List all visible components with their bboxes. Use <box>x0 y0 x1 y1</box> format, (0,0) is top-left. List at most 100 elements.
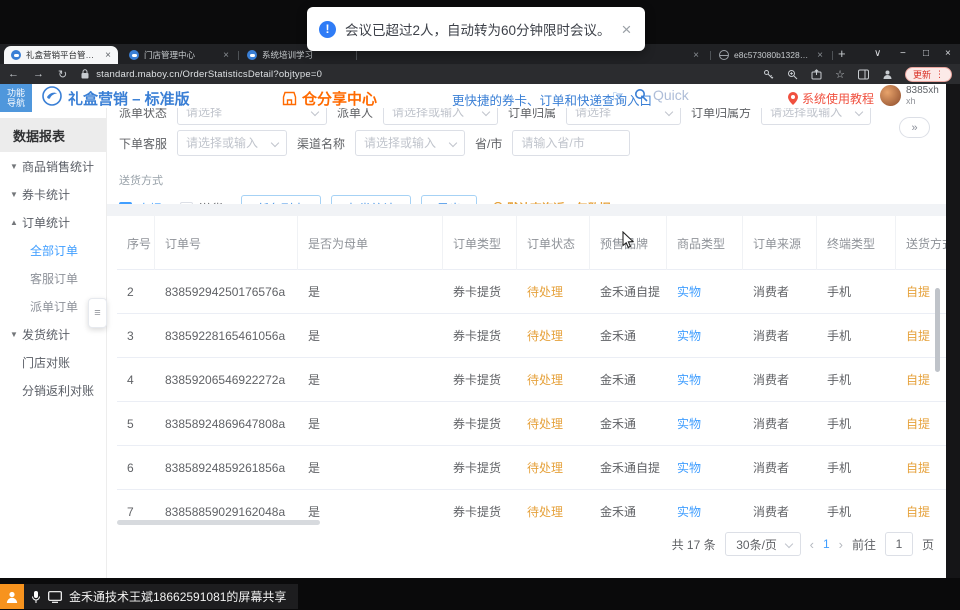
cell-order-type: 券卡提货 <box>443 503 517 520</box>
quick-label: Quick <box>653 87 689 103</box>
cell-product-type[interactable]: 实物 <box>667 371 743 388</box>
sidebar-item-label: 券卡统计 <box>22 186 70 203</box>
cell-product-type[interactable]: 实物 <box>667 459 743 476</box>
cell-status: 待处理 <box>517 503 590 520</box>
tab-close-icon[interactable]: × <box>817 50 823 61</box>
sidebar-item-store-reconcile[interactable]: 门店对账 <box>0 348 106 376</box>
menu-dots-icon[interactable]: ⋮ <box>935 69 944 80</box>
forward-icon[interactable]: → <box>33 68 44 80</box>
collapse-arrow-icon[interactable]: ▼ <box>10 330 22 339</box>
dispatch-status-select[interactable] <box>177 108 327 125</box>
next-page-button[interactable]: › <box>839 537 843 552</box>
order-owner-input[interactable] <box>567 108 680 124</box>
province-city-field[interactable] <box>512 130 630 156</box>
chrome-update-button[interactable]: 更新 ⋮ <box>905 67 952 82</box>
window-minimize-button[interactable]: − <box>900 48 906 60</box>
share-icon[interactable] <box>811 69 822 80</box>
sidebar-item-order-stats[interactable]: ▲ 订单统计 <box>0 208 106 236</box>
sidebar-header: 数据报表 <box>0 118 106 152</box>
tab-close-icon[interactable]: × <box>693 50 699 61</box>
browser-tab[interactable]: 门店管理中心 × <box>122 46 236 64</box>
profile-icon[interactable] <box>882 69 893 80</box>
tab-close-icon[interactable]: × <box>223 50 229 61</box>
sidebar-item-all-orders[interactable]: 全部订单 <box>0 236 106 264</box>
expand-filters-button[interactable]: » <box>899 117 930 138</box>
page-size-value: 30条/页 <box>736 536 777 553</box>
page-size-select[interactable]: 30条/页 <box>725 532 801 556</box>
horizontal-scrollbar[interactable] <box>117 520 320 525</box>
table-row[interactable]: 4 83859206546922272a 是 券卡提货 待处理 金禾通 实物 消… <box>117 358 946 402</box>
cell-product-type[interactable]: 实物 <box>667 415 743 432</box>
dispatcher-select[interactable] <box>383 108 498 125</box>
collapse-arrow-icon[interactable]: ▼ <box>10 190 22 199</box>
cell-order-no: 83858924869647808a <box>155 417 298 431</box>
goto-page-input[interactable] <box>885 532 913 556</box>
cell-is-parent: 是 <box>298 327 443 344</box>
current-page[interactable]: 1 <box>823 537 830 551</box>
tab-title: 门店管理中心 <box>144 49 217 61</box>
sharer-avatar <box>0 584 24 609</box>
toast-close-icon[interactable]: × <box>622 21 632 38</box>
collapse-arrow-icon[interactable]: ▼ <box>10 162 22 171</box>
dispatch-status-input[interactable] <box>178 108 326 124</box>
tab-close-icon[interactable]: × <box>105 50 111 61</box>
window-maximize-button[interactable]: □ <box>923 48 929 60</box>
cell-product-type[interactable]: 实物 <box>667 503 743 520</box>
column-header: 序号 <box>117 216 155 270</box>
tutorial-link[interactable]: 系统使用教程 <box>788 90 874 107</box>
channel-name-select[interactable] <box>355 130 465 156</box>
vertical-scrollbar[interactable] <box>935 288 940 372</box>
filter-row-1: 派单状态 派单人 订单归属 订单归属方 <box>107 108 946 125</box>
browser-tab[interactable]: e8c573080b1328a258fd2e6... × <box>712 46 830 64</box>
cell-terminal: 手机 <box>817 327 896 344</box>
sidebar-item-coupon-stats[interactable]: ▼ 券卡统计 <box>0 180 106 208</box>
url-bar[interactable]: standard.maboy.cn/OrderStatisticsDetail?… <box>96 69 750 80</box>
browser-tab-active[interactable]: 礼盒营销平台管理中心 × <box>4 46 118 64</box>
cell-source: 消费者 <box>743 459 817 476</box>
table-row[interactable]: 7 83858859029162048a 是 券卡提货 待处理 金禾通 实物 消… <box>117 490 946 524</box>
share-center-link[interactable]: 仓分享中心 <box>282 88 377 109</box>
sidebar-collapse-handle[interactable]: ≡ <box>88 298 107 328</box>
tab-separator <box>238 51 239 60</box>
cell-brand: 金禾通 <box>590 371 667 388</box>
bookmark-star-icon[interactable]: ☆ <box>835 68 845 81</box>
dispatcher-input[interactable] <box>384 108 497 124</box>
table-row[interactable]: 5 83858924869647808a 是 券卡提货 待处理 金禾通 实物 消… <box>117 402 946 446</box>
cell-source: 消费者 <box>743 503 817 520</box>
screen-share-indicator[interactable]: 金禾通技术王斌18662591081的屏幕共享 <box>0 584 298 609</box>
store-icon <box>282 91 297 106</box>
back-icon[interactable]: ← <box>8 68 19 80</box>
cell-product-type[interactable]: 实物 <box>667 283 743 300</box>
collapse-arrow-icon[interactable]: ▲ <box>10 218 22 227</box>
cell-delivery: 自提 <box>896 371 946 388</box>
table-header-row: 序号 订单号 是否为母单 订单类型 订单状态 预售品牌 商品类型 订单来源 终端… <box>117 216 946 270</box>
tab-search-icon[interactable]: ∨ <box>874 48 881 60</box>
cell-product-type[interactable]: 实物 <box>667 327 743 344</box>
reload-icon[interactable]: ↻ <box>58 68 67 81</box>
side-panel-icon[interactable] <box>858 69 869 80</box>
user-avatar[interactable] <box>880 85 901 106</box>
zoom-icon[interactable] <box>787 69 798 80</box>
tab-favicon <box>247 50 257 60</box>
cell-delivery: 自提 <box>896 415 946 432</box>
order-owner-select[interactable] <box>566 108 681 125</box>
new-tab-button[interactable]: + <box>838 46 846 61</box>
key-icon[interactable] <box>763 69 774 80</box>
nav-toggle-button[interactable]: 功能 导航 <box>0 84 32 112</box>
search-icon <box>634 88 648 102</box>
nav-toggle-line1: 功能 <box>7 88 25 98</box>
province-city-input[interactable] <box>513 131 629 155</box>
table-row[interactable]: 2 83859294250176576a 是 券卡提货 待处理 金禾通自提 实物… <box>117 270 946 314</box>
sidebar-item-service-orders[interactable]: 客服订单 <box>0 264 106 292</box>
window-close-button[interactable]: × <box>945 48 951 60</box>
order-owner-party-select[interactable] <box>761 108 871 125</box>
table-row[interactable]: 3 83859228165461056a 是 券卡提货 待处理 金禾通 实物 消… <box>117 314 946 358</box>
sidebar-item-product-sales[interactable]: ▼ 商品销售统计 <box>0 152 106 180</box>
quick-search[interactable]: Quick <box>634 87 689 103</box>
prev-page-button[interactable]: ‹ <box>810 537 814 552</box>
sidebar-item-rebate-reconcile[interactable]: 分销返利对账 <box>0 376 106 404</box>
order-agent-select[interactable] <box>177 130 287 156</box>
cell-order-type: 券卡提货 <box>443 371 517 388</box>
table-row[interactable]: 6 83858924859261856a 是 券卡提货 待处理 金禾通自提 实物… <box>117 446 946 490</box>
order-owner-party-input[interactable] <box>762 108 870 124</box>
